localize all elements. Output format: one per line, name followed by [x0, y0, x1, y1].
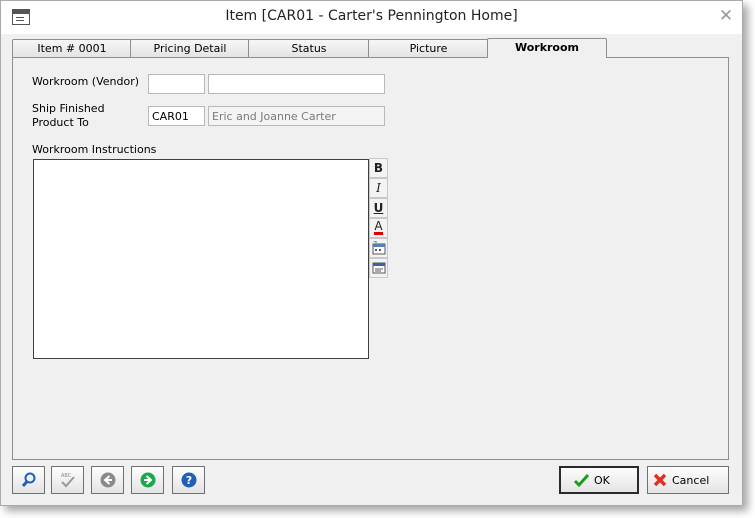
tab-workroom-label: Workroom — [514, 41, 580, 54]
title-bar: Item [CAR01 - Carter's Pennington Home] … — [1, 1, 742, 34]
vendor-label: Workroom (Vendor) — [32, 75, 140, 88]
ok-label: OK — [594, 473, 610, 487]
cancel-button[interactable]: Cancel — [647, 466, 729, 494]
ok-button[interactable]: OK — [559, 466, 639, 494]
underline-button[interactable]: U — [369, 198, 388, 218]
cancel-x-icon — [653, 473, 667, 487]
search-icon — [21, 472, 35, 487]
help-icon: ? — [181, 472, 196, 488]
ship-to-label: Ship Finished Product To — [32, 102, 105, 130]
insert-date-button[interactable] — [369, 238, 388, 258]
item-dialog: Item [CAR01 - Carter's Pennington Home] … — [0, 0, 743, 506]
ship-to-code-field[interactable]: CAR01 — [148, 106, 205, 126]
tab-workroom[interactable]: Workroom — [487, 38, 607, 58]
tab-item-label: Item # 0001 — [37, 42, 107, 55]
tab-picture[interactable]: Picture — [368, 39, 489, 58]
window-title: Item [CAR01 - Carter's Pennington Home] — [225, 8, 518, 24]
search-button[interactable] — [12, 466, 45, 494]
tab-item[interactable]: Item # 0001 — [12, 39, 132, 58]
ship-to-label-line2: Product To — [32, 116, 89, 129]
close-icon[interactable]: ✕ — [718, 7, 734, 25]
font-color-icon: A — [374, 219, 383, 235]
bold-button[interactable]: B — [369, 158, 388, 178]
spell-check-button[interactable]: ABC — [51, 466, 84, 494]
insert-text-button[interactable] — [369, 258, 388, 278]
help-button[interactable]: ? — [172, 466, 205, 494]
vendor-name-field[interactable] — [208, 74, 385, 94]
checkmark-icon — [573, 473, 590, 487]
spell-check-icon: ABC — [61, 473, 75, 488]
ship-to-label-line1: Ship Finished — [32, 102, 105, 115]
arrow-left-icon — [100, 472, 115, 488]
format-toolbar: B I U A — [369, 158, 388, 278]
tab-pricing-detail[interactable]: Pricing Detail — [130, 39, 250, 58]
svg-text:?: ? — [185, 474, 191, 487]
instructions-label: Workroom Instructions — [32, 143, 157, 156]
vendor-code-field[interactable] — [148, 74, 205, 94]
previous-button[interactable] — [91, 466, 124, 494]
insert-date-icon — [372, 241, 385, 255]
font-color-button[interactable]: A — [369, 218, 388, 238]
instructions-textarea[interactable] — [33, 159, 369, 359]
svg-text:ABC: ABC — [61, 473, 72, 479]
tab-status-label: Status — [291, 42, 327, 55]
tab-pricing-detail-label: Pricing Detail — [153, 42, 227, 55]
cancel-label: Cancel — [672, 473, 710, 487]
insert-text-icon — [372, 262, 385, 274]
tab-status[interactable]: Status — [248, 39, 370, 58]
tab-picture-label: Picture — [409, 42, 448, 55]
next-button[interactable] — [131, 466, 164, 494]
italic-button[interactable]: I — [369, 178, 388, 198]
workroom-panel: Workroom (Vendor) Ship Finished Product … — [12, 57, 729, 460]
ship-to-name-field: Eric and Joanne Carter — [208, 106, 385, 126]
arrow-right-icon — [140, 472, 155, 488]
